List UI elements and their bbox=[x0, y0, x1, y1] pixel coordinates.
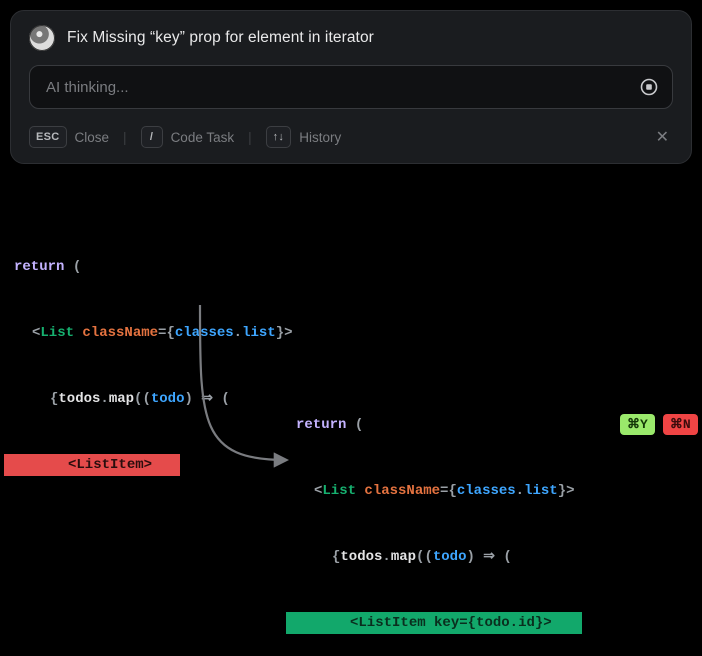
tag-listitem: ListItem bbox=[76, 457, 143, 473]
brace: { bbox=[468, 615, 476, 631]
eq: = bbox=[459, 615, 467, 631]
stop-icon[interactable] bbox=[640, 78, 658, 96]
slash-key: / bbox=[141, 126, 163, 148]
paren: ( bbox=[221, 391, 229, 407]
arrow: ⇒ bbox=[483, 549, 495, 565]
tok-todo: todo bbox=[433, 549, 467, 565]
history-label: History bbox=[299, 130, 341, 145]
gt: > bbox=[284, 325, 292, 341]
brace: { bbox=[332, 549, 340, 565]
brace: { bbox=[166, 325, 174, 341]
separator: | bbox=[123, 130, 127, 145]
dot: . bbox=[382, 549, 390, 565]
panel-title: Fix Missing “key” prop for element in it… bbox=[67, 29, 374, 47]
dot: . bbox=[234, 325, 242, 341]
gt: > bbox=[144, 457, 152, 473]
attr-classname: className bbox=[82, 325, 158, 341]
brace: { bbox=[448, 483, 456, 499]
removed-line: <ListItem> bbox=[4, 454, 180, 476]
paren: ( bbox=[73, 259, 81, 275]
paren: (( bbox=[416, 549, 433, 565]
brace: } bbox=[276, 325, 284, 341]
lt: < bbox=[350, 615, 358, 631]
accept-reject-badges: ⌘Y ⌘N bbox=[620, 414, 698, 435]
gt: > bbox=[566, 483, 574, 499]
dot: . bbox=[510, 615, 518, 631]
avatar bbox=[29, 25, 55, 51]
tag-list: List bbox=[40, 325, 74, 341]
esc-key: ESC bbox=[29, 126, 67, 148]
tok-classes: classes bbox=[175, 325, 234, 341]
tok-list: list bbox=[242, 325, 276, 341]
separator: | bbox=[248, 130, 252, 145]
paren: ( bbox=[355, 417, 363, 433]
paren: ( bbox=[503, 549, 511, 565]
tok-todos: todos bbox=[58, 391, 100, 407]
code-before: return ( <List className={classes.list}>… bbox=[14, 212, 293, 498]
arrow: ⇒ bbox=[201, 391, 213, 407]
dot: . bbox=[516, 483, 524, 499]
tok-todo: todo bbox=[476, 615, 510, 631]
tok-classes: classes bbox=[457, 483, 516, 499]
tok-map: map bbox=[391, 549, 416, 565]
reject-badge[interactable]: ⌘N bbox=[663, 414, 698, 435]
accept-badge[interactable]: ⌘Y bbox=[620, 414, 655, 435]
tok-list: list bbox=[524, 483, 558, 499]
tag-listitem: ListItem bbox=[358, 615, 425, 631]
tok-todos: todos bbox=[340, 549, 382, 565]
paren: ) bbox=[466, 549, 474, 565]
attr-classname: className bbox=[364, 483, 440, 499]
codetask-label: Code Task bbox=[171, 130, 235, 145]
paren: ) bbox=[184, 391, 192, 407]
attr-key: key bbox=[434, 615, 459, 631]
tok-todo: todo bbox=[151, 391, 185, 407]
panel-actions: ESC Close | / Code Task | ↑↓ History ✕ bbox=[29, 123, 673, 151]
kw-return: return bbox=[296, 417, 346, 433]
dot: . bbox=[100, 391, 108, 407]
tok-id: id bbox=[518, 615, 535, 631]
close-icon[interactable]: ✕ bbox=[652, 123, 673, 151]
gt: > bbox=[543, 615, 551, 631]
brace: } bbox=[535, 615, 543, 631]
close-action[interactable]: ESC Close bbox=[29, 126, 109, 148]
brace: } bbox=[558, 483, 566, 499]
arrows-key: ↑↓ bbox=[266, 126, 292, 148]
kw-return: return bbox=[14, 259, 64, 275]
code-after: return ( <List className={classes.list}>… bbox=[296, 370, 582, 656]
added-line: <ListItem key={todo.id}> bbox=[286, 612, 582, 634]
close-label: Close bbox=[75, 130, 110, 145]
tag-list: List bbox=[322, 483, 356, 499]
paren: (( bbox=[134, 391, 151, 407]
ai-input-row[interactable] bbox=[29, 65, 673, 109]
history-action[interactable]: ↑↓ History bbox=[266, 126, 342, 148]
panel-header: Fix Missing “key” prop for element in it… bbox=[29, 25, 673, 51]
ai-input[interactable] bbox=[44, 78, 640, 97]
ai-task-panel: Fix Missing “key” prop for element in it… bbox=[10, 10, 692, 164]
codetask-action[interactable]: / Code Task bbox=[141, 126, 235, 148]
tok-map: map bbox=[109, 391, 134, 407]
